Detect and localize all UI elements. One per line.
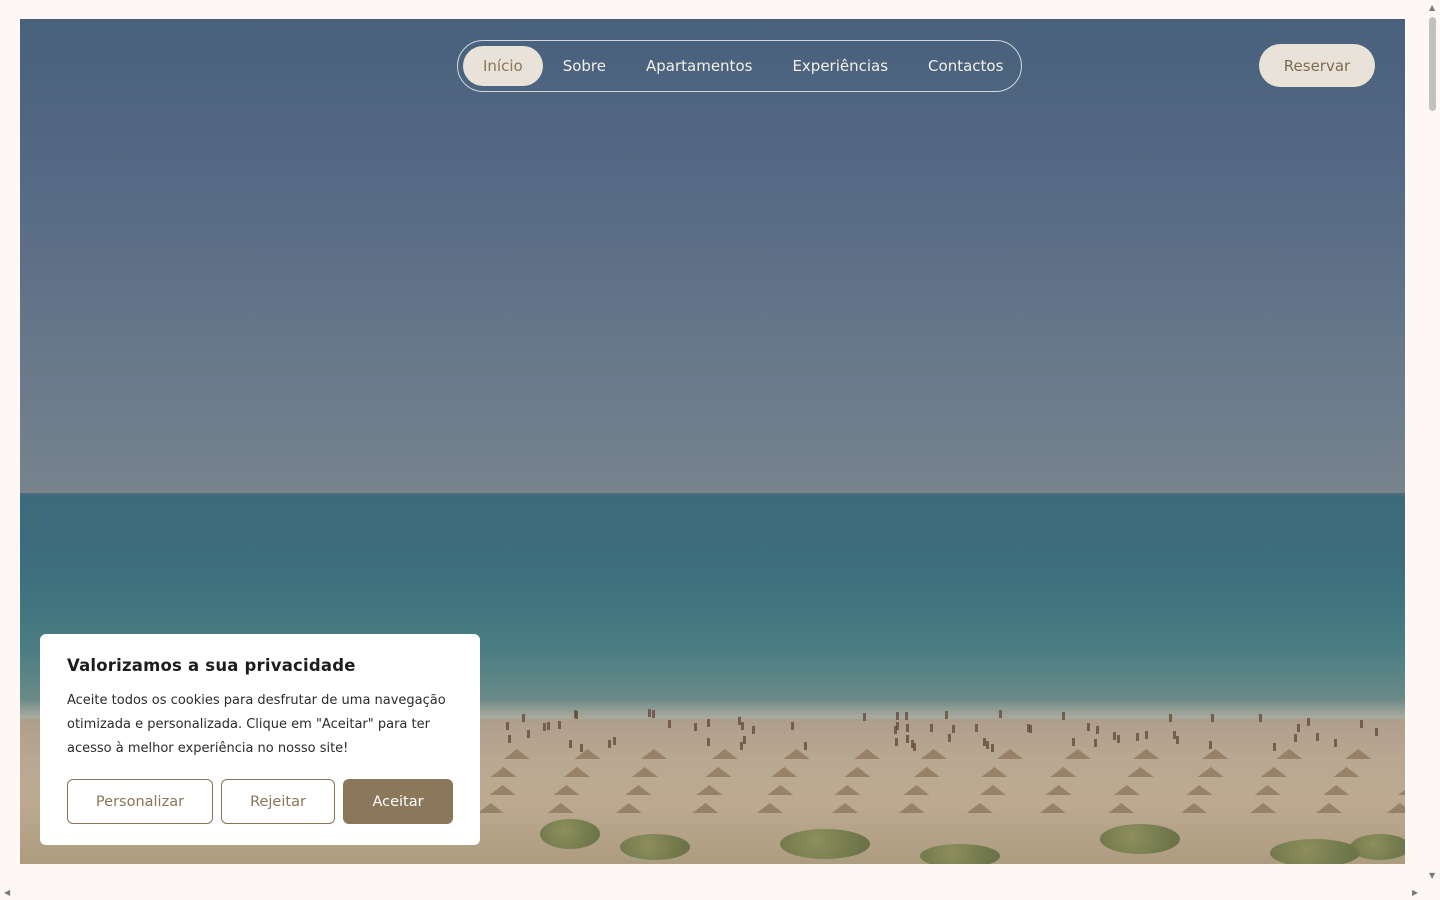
cookie-title: Valorizamos a sua privacidade	[67, 656, 356, 675]
nav-item-inicio[interactable]: Início	[463, 46, 543, 86]
chevron-left-icon[interactable]: ◀	[4, 889, 10, 897]
customize-button[interactable]: Personalizar	[67, 779, 213, 824]
chevron-down-icon[interactable]: ▼	[1429, 872, 1435, 880]
chevron-right-icon[interactable]: ▶	[1412, 889, 1418, 897]
nav-item-sobre[interactable]: Sobre	[543, 46, 626, 86]
reserve-button[interactable]: Reservar	[1259, 44, 1375, 87]
nav-item-apartamentos[interactable]: Apartamentos	[626, 46, 772, 86]
horizontal-scrollbar[interactable]: ◀ ▶	[0, 886, 1440, 900]
cookie-consent-card: Valorizamos a sua privacidade Aceite tod…	[40, 634, 480, 845]
cookie-buttons: Personalizar Rejeitar Aceitar	[67, 779, 453, 824]
vertical-scrollbar[interactable]: ▲ ▼	[1425, 0, 1440, 886]
nav-item-experiencias[interactable]: Experiências	[772, 46, 908, 86]
main-nav: Início Sobre Apartamentos Experiências C…	[457, 40, 1022, 92]
chevron-up-icon[interactable]: ▲	[1429, 4, 1435, 12]
cookie-text: Aceite todos os cookies para desfrutar d…	[67, 693, 446, 756]
reject-button[interactable]: Rejeitar	[221, 779, 335, 824]
accept-button[interactable]: Aceitar	[343, 779, 453, 824]
nav-item-contactos[interactable]: Contactos	[908, 46, 1023, 86]
scrollbar-thumb[interactable]	[1429, 17, 1436, 111]
